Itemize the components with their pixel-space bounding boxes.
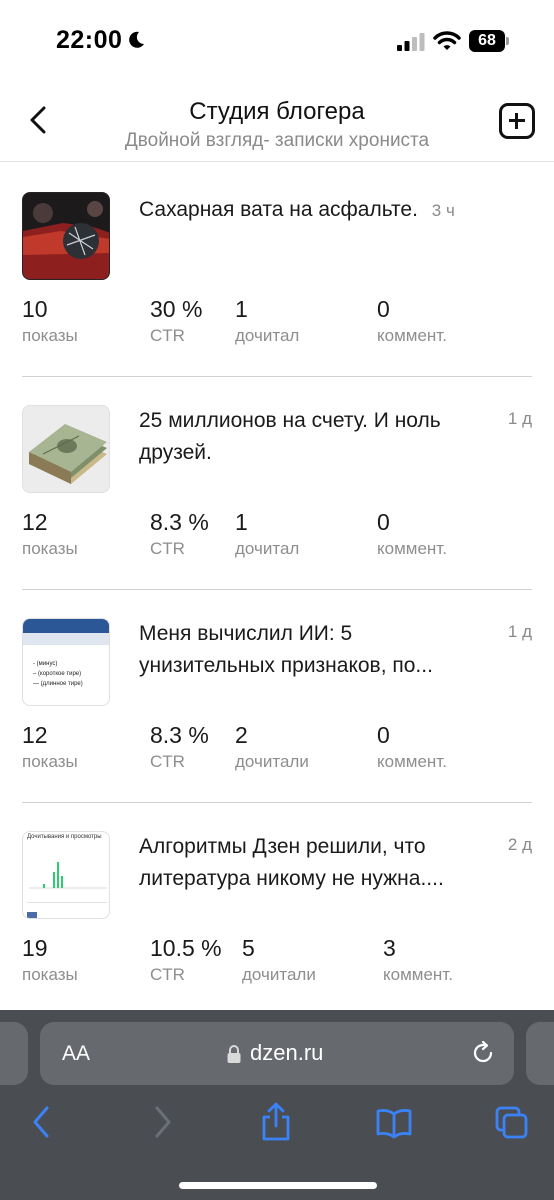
read-label: дочитали <box>235 752 309 771</box>
cellular-signal-icon <box>397 33 425 51</box>
article-time: 3 ч <box>431 201 455 220</box>
car-crash-thumbnail <box>23 193 109 279</box>
ctr-label: CTR <box>150 539 185 558</box>
read-value: 1 <box>235 296 248 322</box>
shows-value: 10 <box>22 296 48 322</box>
home-indicator[interactable] <box>179 1182 377 1189</box>
ctr-value: 10.5 % <box>150 935 222 961</box>
document-ribbon <box>23 619 109 633</box>
ctr-value: 8.3 % <box>150 509 209 535</box>
shows-label: показы <box>22 326 78 345</box>
article-title[interactable]: Алгоритмы Дзен решили, что литература ни… <box>139 831 469 895</box>
article-time: 2 д <box>507 835 532 854</box>
status-time: 22:00 <box>56 26 123 54</box>
next-tab-preview[interactable] <box>526 1022 554 1085</box>
moon-icon <box>129 31 144 48</box>
article-item[interactable]: Сахарная вата на асфальте. 3 ч 10 показы… <box>0 192 554 404</box>
document-toolbar <box>23 633 109 645</box>
read-label: дочитал <box>235 326 300 345</box>
shows-value: 12 <box>22 722 48 748</box>
doc-line: — (длинное тире) <box>33 681 83 687</box>
divider <box>22 376 532 377</box>
battery-cap <box>506 37 509 45</box>
stats-chart-image: Дочитывания и просмотры <box>22 831 110 919</box>
previous-tab-preview[interactable] <box>0 1022 28 1085</box>
shows-value: 12 <box>22 509 48 535</box>
reload-icon[interactable] <box>470 1040 496 1066</box>
word-document-image: - (минус) – (короткое тире) — (длинное т… <box>22 618 110 706</box>
comments-label: коммент. <box>377 539 447 558</box>
document-text: - (минус) – (короткое тире) — (длинное т… <box>33 659 83 689</box>
comments-label: коммент. <box>377 326 447 345</box>
shows-label: показы <box>22 752 78 771</box>
shows-label: показы <box>22 965 78 984</box>
add-post-button[interactable] <box>499 103 535 139</box>
bookmarks-icon[interactable] <box>376 1102 412 1142</box>
ctr-label: CTR <box>150 965 185 984</box>
article-item[interactable]: - (минус) – (короткое тире) — (длинное т… <box>0 618 554 830</box>
article-title[interactable]: Сахарная вата на асфальте. 3 ч <box>139 194 519 227</box>
studio-header: Студия блогера Двойной взгляд- записки х… <box>0 80 554 162</box>
channel-subtitle: Двойной взгляд- записки хрониста <box>124 130 430 151</box>
battery-icon: 68 <box>469 30 509 52</box>
divider <box>22 802 532 803</box>
browser-nav-row <box>0 1102 554 1152</box>
article-title-text[interactable]: Сахарная вата на асфальте. <box>139 198 418 221</box>
comments-value: 0 <box>377 722 390 748</box>
comments-value: 0 <box>377 296 390 322</box>
car-crash-image <box>22 192 110 280</box>
page-title: Студия блогера <box>189 98 365 125</box>
comments-value: 3 <box>383 935 396 961</box>
article-item[interactable]: 25 миллионов на счету. И ноль друзей. 1 … <box>0 405 554 617</box>
stats-chart-thumbnail <box>27 862 107 918</box>
share-icon[interactable] <box>260 1102 292 1142</box>
doc-line: - (минус) <box>33 661 58 667</box>
status-bar: 22:00 68 <box>0 0 554 80</box>
article-title[interactable]: 25 миллионов на счету. И ноль друзей. <box>139 405 469 469</box>
comments-label: коммент. <box>377 752 447 771</box>
read-value: 5 <box>242 935 255 961</box>
article-time: 1 д <box>507 622 532 641</box>
lock-icon <box>227 1045 241 1063</box>
read-value: 2 <box>235 722 248 748</box>
back-nav-icon[interactable] <box>30 1102 54 1142</box>
forward-nav-icon[interactable] <box>150 1102 174 1142</box>
shows-value: 19 <box>22 935 48 961</box>
wifi-icon <box>433 31 461 50</box>
doc-line: – (короткое тире) <box>33 671 82 677</box>
ctr-label: CTR <box>150 326 185 345</box>
text-size-button[interactable]: AA <box>62 1042 90 1066</box>
browser-toolbar: AA dzen.ru <box>0 1010 554 1200</box>
address-bar[interactable]: AA dzen.ru <box>40 1022 514 1085</box>
money-stack-image <box>22 405 110 493</box>
url-text[interactable]: dzen.ru <box>250 1040 323 1066</box>
ctr-value: 30 % <box>150 296 203 322</box>
read-label: дочитал <box>235 539 300 558</box>
comments-label: коммент. <box>383 965 453 984</box>
comments-value: 0 <box>377 509 390 535</box>
read-label: дочитали <box>242 965 316 984</box>
article-title[interactable]: Меня вычислил ИИ: 5 унизительных признак… <box>139 618 469 682</box>
shows-label: показы <box>22 539 78 558</box>
read-value: 1 <box>235 509 248 535</box>
battery-level: 68 <box>469 30 505 52</box>
money-stack-thumbnail <box>23 406 109 492</box>
tabs-icon[interactable] <box>494 1102 530 1142</box>
divider <box>22 589 532 590</box>
ctr-value: 8.3 % <box>150 722 209 748</box>
ctr-label: CTR <box>150 752 185 771</box>
article-time: 1 д <box>507 409 532 428</box>
